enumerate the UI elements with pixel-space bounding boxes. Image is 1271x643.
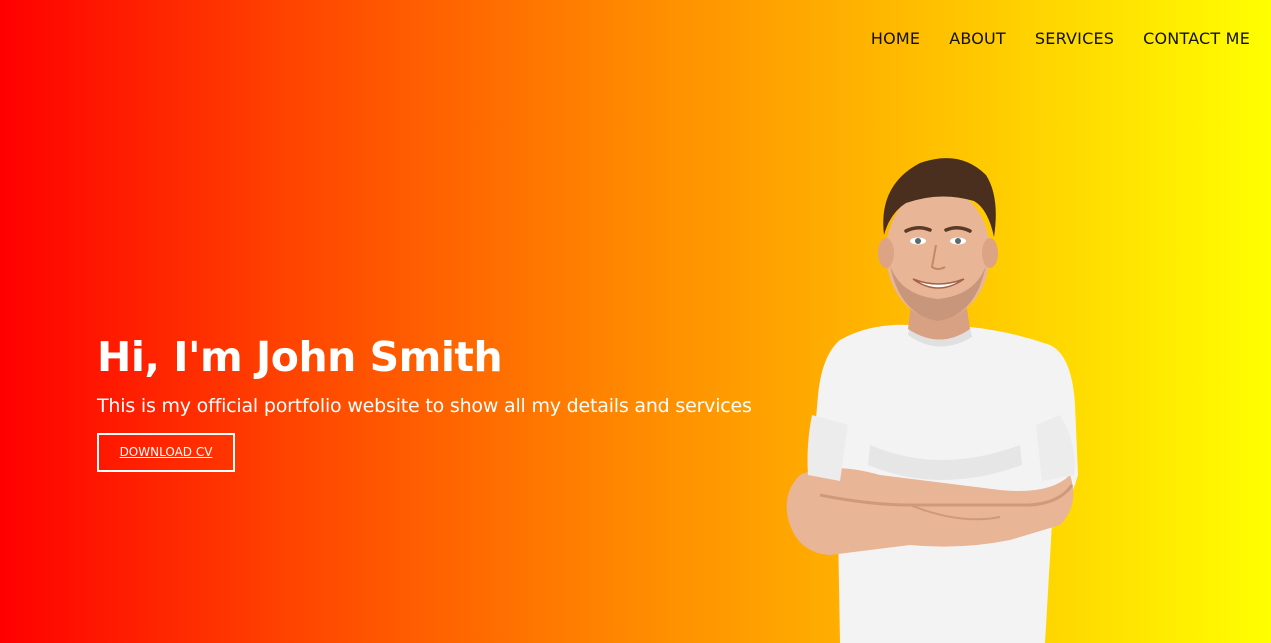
main-nav: HOME ABOUT SERVICES CONTACT ME — [871, 28, 1250, 50]
hero-subtitle: This is my official portfolio website to… — [97, 395, 752, 417]
hero-title: Hi, I'm John Smith — [97, 333, 503, 381]
profile-photo — [786, 158, 1078, 643]
nav-about-link[interactable]: ABOUT — [949, 28, 1006, 50]
hero-section: Hi, I'm John Smith This is my official p… — [97, 332, 752, 472]
nav-home-link[interactable]: HOME — [871, 28, 920, 50]
download-cv-button[interactable]: DOWNLOAD CV — [97, 433, 235, 472]
nav-contact-link[interactable]: CONTACT ME — [1143, 28, 1250, 50]
nav-services-link[interactable]: SERVICES — [1035, 28, 1114, 50]
